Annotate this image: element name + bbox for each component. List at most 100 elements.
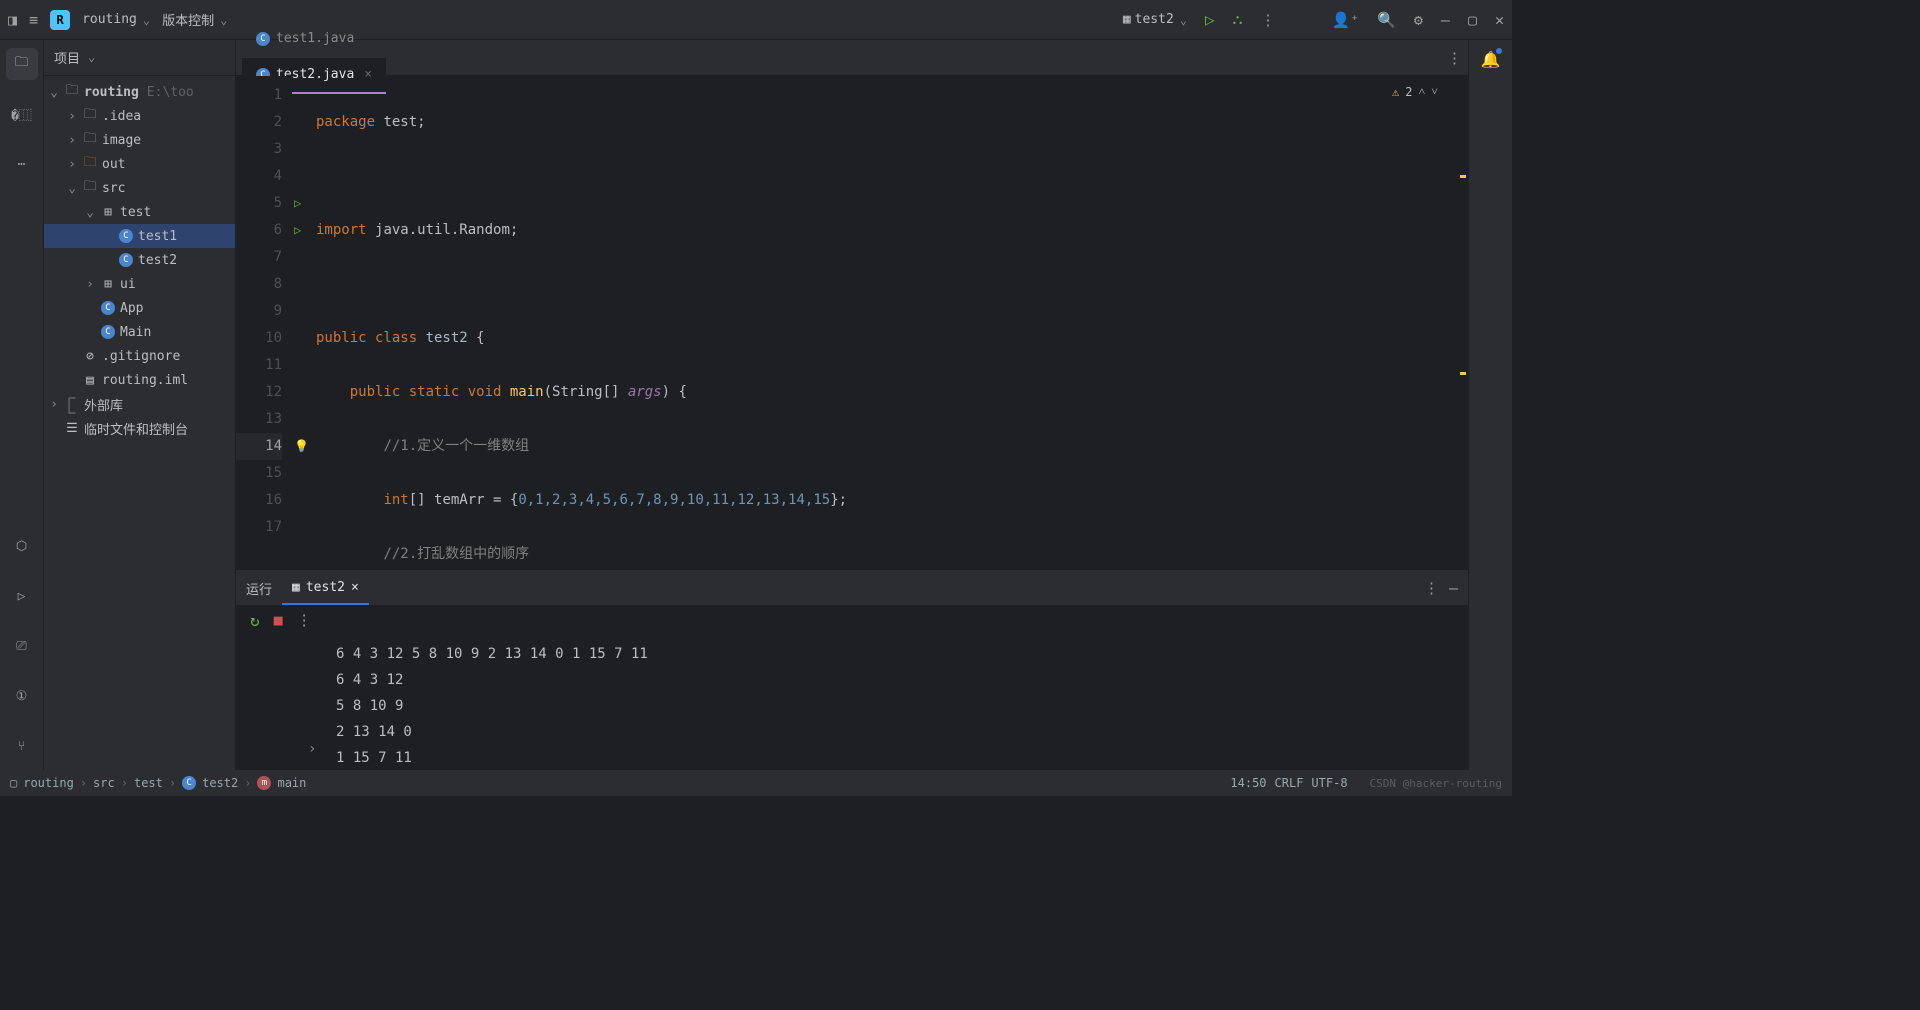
warning-icon: ⚠ bbox=[1392, 85, 1399, 99]
bc-3[interactable]: test2 bbox=[202, 776, 238, 790]
tree-root[interactable]: ⌄🗀 routing E:\too bbox=[44, 80, 235, 104]
run-expand-icon[interactable]: › bbox=[308, 736, 316, 762]
status-encoding[interactable]: UTF-8 bbox=[1311, 776, 1347, 790]
tree-item[interactable]: Ctest2 bbox=[44, 248, 235, 272]
close-icon[interactable]: ✕ bbox=[1495, 11, 1504, 29]
editor-area: Ctest1.javaCtest2.java× ⋮ 12345678910111… bbox=[236, 40, 1468, 770]
tree-item-label: out bbox=[102, 157, 125, 172]
breadcrumb-icon: ▢ bbox=[10, 776, 17, 790]
tree-item[interactable]: CApp bbox=[44, 296, 235, 320]
menu-icon[interactable]: ≡ bbox=[29, 11, 38, 29]
tree-root-name: routing bbox=[84, 85, 139, 100]
tree-item[interactable]: ⌄🗀src bbox=[44, 176, 235, 200]
t: public static void bbox=[350, 384, 510, 400]
t: package bbox=[316, 114, 383, 130]
tree-item-label: .gitignore bbox=[102, 349, 180, 364]
tree-item[interactable]: ›🗀out bbox=[44, 152, 235, 176]
project-tool-icon[interactable]: 🗀 bbox=[6, 48, 38, 80]
tab-more-icon[interactable]: ⋮ bbox=[1447, 49, 1462, 67]
editor-inspection-badge[interactable]: ⚠ 2 ˄ ˅ bbox=[1392, 84, 1438, 99]
tree-item[interactable]: Ctest1 bbox=[44, 224, 235, 248]
search-icon[interactable]: 🔍 bbox=[1377, 11, 1396, 29]
terminal-icon[interactable]: ⎚ bbox=[6, 630, 38, 662]
run-output-line: 2 13 14 0 bbox=[336, 719, 1448, 745]
t: test bbox=[383, 114, 417, 130]
editor-tab[interactable]: Ctest1.java bbox=[242, 22, 386, 58]
run-minimize-icon[interactable]: — bbox=[1449, 579, 1458, 597]
tree-item[interactable]: CMain bbox=[44, 320, 235, 344]
right-bar: 🔔 bbox=[1468, 40, 1512, 770]
maximize-icon[interactable]: ▢ bbox=[1468, 11, 1477, 29]
prev-highlight-icon[interactable]: ˄ bbox=[1418, 84, 1425, 99]
run-more-icon[interactable]: ⋮ bbox=[1424, 579, 1439, 597]
vcs-label: 版本控制 bbox=[162, 10, 214, 29]
vcs-dropdown[interactable]: 版本控制 bbox=[162, 10, 227, 29]
tree-item-label: test1 bbox=[138, 229, 177, 244]
t: //2.打乱数组中的顺序 bbox=[383, 546, 529, 562]
run-output[interactable]: 6 4 3 12 5 8 10 9 2 13 14 0 1 15 7 116 4… bbox=[236, 635, 1468, 770]
run-tab-label: test2 bbox=[306, 580, 345, 595]
run-config-label: test2 bbox=[1135, 12, 1174, 27]
run-tab[interactable]: ▦ test2 × bbox=[282, 571, 369, 605]
t: 0,1,2,3,4,5,6,7,8,9,10,11,12,13,14,15 bbox=[518, 492, 830, 508]
bc-class-icon: C bbox=[182, 776, 196, 790]
t: args bbox=[628, 384, 662, 400]
tree-item-label: Main bbox=[120, 325, 151, 340]
more-icon[interactable]: ⋮ bbox=[1260, 11, 1275, 29]
notifications-icon[interactable]: 🔔 bbox=[1481, 50, 1501, 69]
git-icon[interactable]: ⑂ bbox=[6, 730, 38, 762]
bc-4[interactable]: main bbox=[277, 776, 306, 790]
rerun-icon[interactable]: ↻ bbox=[250, 611, 260, 630]
bc-1[interactable]: src bbox=[93, 776, 115, 790]
next-highlight-icon[interactable]: ˅ bbox=[1431, 84, 1438, 99]
tree-item-label: routing.iml bbox=[102, 373, 188, 388]
t: ; bbox=[510, 222, 518, 238]
tree-item-label: App bbox=[120, 301, 143, 316]
run-tool-icon[interactable]: ▷ bbox=[6, 580, 38, 612]
run-output-line: 1 15 7 11 bbox=[336, 745, 1448, 770]
project-dropdown[interactable]: routing bbox=[82, 12, 150, 27]
structure-tool-icon[interactable]: �⿲ bbox=[6, 98, 38, 130]
run-toolbar-more-icon[interactable]: ⋮ bbox=[297, 611, 312, 629]
tree-ext-lib[interactable]: ›𓉘 外部库 bbox=[44, 392, 235, 416]
settings-icon[interactable]: ⚙ bbox=[1414, 11, 1423, 29]
tree-item[interactable]: ›🗀.idea bbox=[44, 104, 235, 128]
watermark: CSDN @hacker-routing bbox=[1370, 777, 1502, 790]
t: (String[] bbox=[544, 384, 628, 400]
tree-item[interactable]: ⌄⊞test bbox=[44, 200, 235, 224]
tree-item[interactable]: ▤routing.iml bbox=[44, 368, 235, 392]
services-icon[interactable]: ⬡ bbox=[6, 530, 38, 562]
gutter: 1234567891011121314151617 bbox=[236, 76, 292, 570]
scroll-marks bbox=[1458, 76, 1468, 570]
project-badge: R bbox=[50, 10, 70, 30]
run-output-line: 6 4 3 12 bbox=[336, 667, 1448, 693]
project-name-label: routing bbox=[82, 12, 137, 27]
run-config-dropdown[interactable]: ▦ test2 bbox=[1123, 12, 1187, 27]
run-toolbar: ↻ ■ ⋮ bbox=[236, 605, 1468, 635]
tree-item[interactable]: ⊘.gitignore bbox=[44, 344, 235, 368]
run-tab-close-icon[interactable]: × bbox=[351, 580, 359, 595]
status-position[interactable]: 14:50 bbox=[1230, 776, 1266, 790]
debug-icon[interactable]: ⛬ bbox=[1233, 12, 1243, 28]
problems-icon[interactable]: ① bbox=[6, 680, 38, 712]
collab-icon[interactable]: 👤⁺ bbox=[1331, 11, 1359, 29]
stop-icon[interactable]: ■ bbox=[274, 611, 283, 629]
bc-2[interactable]: test bbox=[134, 776, 163, 790]
sidebar-title: 项目 bbox=[54, 48, 80, 67]
tree-item-label: image bbox=[102, 133, 141, 148]
more-tool-icon[interactable]: ⋯ bbox=[6, 148, 38, 180]
editor[interactable]: 1234567891011121314151617 ▷ ▷ 💡 package … bbox=[236, 76, 1468, 570]
t: test2 bbox=[426, 330, 468, 346]
status-eol[interactable]: CRLF bbox=[1275, 776, 1304, 790]
minimize-icon[interactable]: — bbox=[1441, 11, 1450, 29]
tree-item[interactable]: ›⊞ui bbox=[44, 272, 235, 296]
tree-item[interactable]: ›🗀image bbox=[44, 128, 235, 152]
run-icon[interactable]: ▷ bbox=[1205, 10, 1215, 29]
breadcrumb[interactable]: ▢ routing› src› test› C test2› m main bbox=[10, 776, 306, 790]
tree-item-label: test bbox=[120, 205, 151, 220]
code-area[interactable]: package test; import java.util.Random; p… bbox=[292, 76, 1468, 570]
sidebar-header: 项目 bbox=[44, 40, 235, 76]
bc-0[interactable]: routing bbox=[23, 776, 74, 790]
sidebar-view-dropdown[interactable] bbox=[86, 50, 95, 65]
tree-scratch[interactable]: ☰ 临时文件和控制台 bbox=[44, 416, 235, 440]
